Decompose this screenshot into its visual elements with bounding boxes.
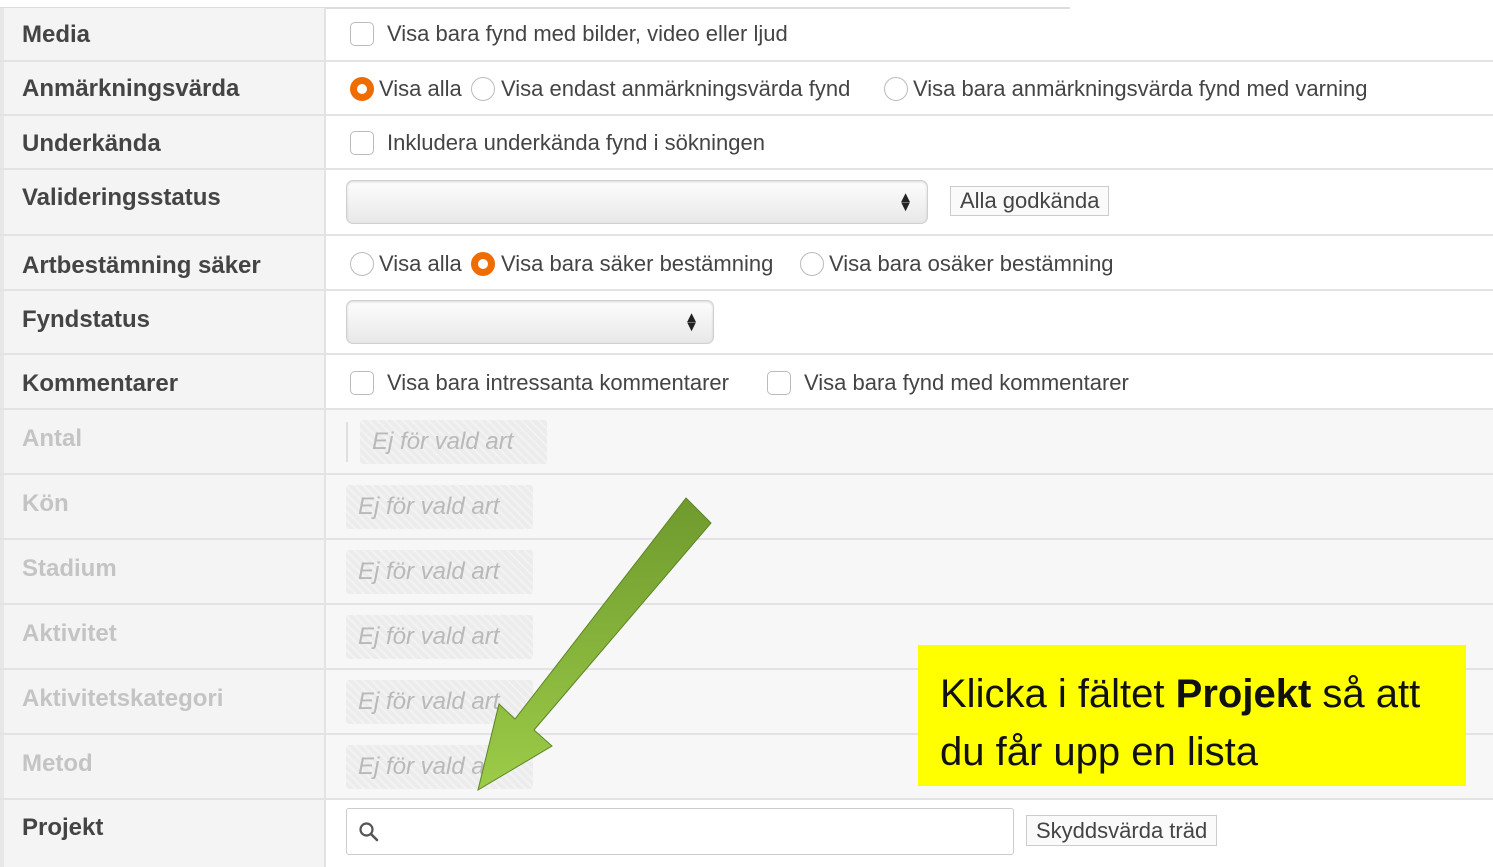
callout-bold-text: Projekt bbox=[1175, 672, 1312, 716]
callout-text: Klicka i fältet bbox=[940, 672, 1176, 716]
instruction-callout: Klicka i fältet Projekt så att du får up… bbox=[918, 645, 1466, 786]
